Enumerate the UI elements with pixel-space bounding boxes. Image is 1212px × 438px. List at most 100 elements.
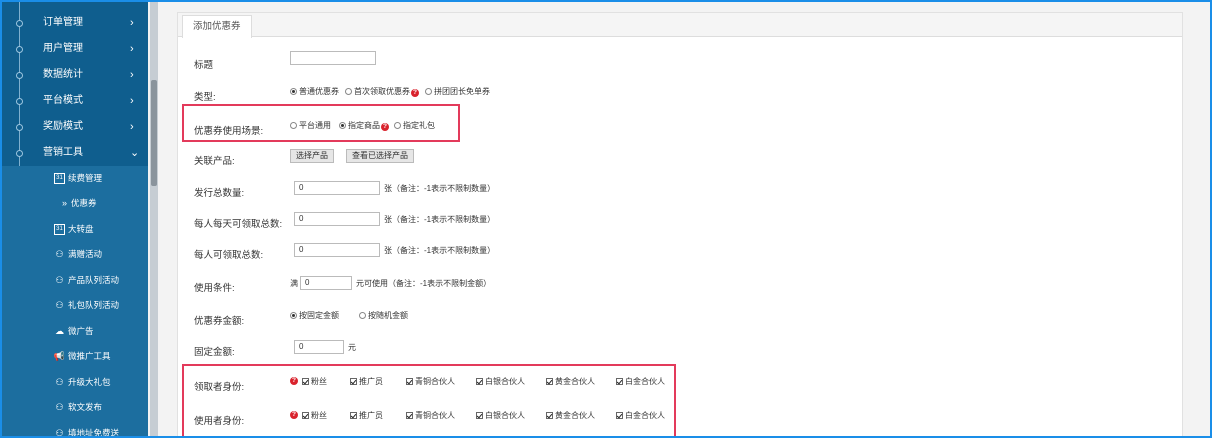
total-note: 张（备注：-1表示不限制数量） <box>384 184 496 193</box>
marketing-submenu: 31 续费管理 » 优惠券 31 大转盘 ⚇ 满赠活动 ⚇ 产品队列活动 ⚇ 礼… <box>2 166 148 438</box>
highlight-box-roles <box>182 364 676 436</box>
sidebar-scroll-thumb[interactable] <box>151 80 157 186</box>
type-option-group[interactable]: 拼团团长免单券 <box>425 86 490 97</box>
daily-label: 每人每天可领取总数: <box>194 219 283 230</box>
chevron-right-icon: › <box>130 121 134 133</box>
submenu-item-label: 微广告 <box>68 326 94 336</box>
amount-type-label: 优惠券金额: <box>194 316 245 327</box>
sidebar-item-users[interactable]: 用户管理 › <box>2 36 148 62</box>
megaphone-icon: 📢 <box>53 351 66 361</box>
condition-note: 元可使用（备注：-1表示不限制金额） <box>356 279 492 288</box>
sidebar-item-label: 平台模式 <box>43 95 83 106</box>
sidebar-item-marketing[interactable]: 营销工具 ⌄ <box>2 140 148 166</box>
total-label: 发行总数量: <box>194 188 245 199</box>
row-fixed: 固定金额: 0 元 <box>178 340 1182 362</box>
submenu-item-promo-tools[interactable]: 📢 微推广工具 <box>2 344 148 369</box>
type-option-first[interactable]: 首次领取优惠券? <box>345 86 419 97</box>
submenu-item-article[interactable]: ⚇ 软文发布 <box>2 395 148 420</box>
submenu-item-free-ship[interactable]: ⚇ 填地址免费送 <box>2 421 148 438</box>
submenu-item-product-queue[interactable]: ⚇ 产品队列活动 <box>2 268 148 293</box>
row-per-user: 每人可领取总数: 0 张（备注：-1表示不限制数量） <box>178 243 1182 265</box>
submenu-item-coupon[interactable]: » 优惠券 <box>2 191 148 216</box>
sidebar-item-label: 用户管理 <box>43 43 83 54</box>
submenu-item-micro-ads[interactable]: ☁ 微广告 <box>2 319 148 344</box>
cloud-icon: ☁ <box>55 326 64 336</box>
radio-icon <box>425 88 432 95</box>
radio-icon <box>345 88 352 95</box>
tree-node-icon <box>16 124 23 131</box>
submenu-item-label: 大转盘 <box>68 224 94 234</box>
condition-input[interactable]: 0 <box>300 276 352 290</box>
submenu-item-upgrade-gift[interactable]: ⚇ 升级大礼包 <box>2 370 148 395</box>
sidebar-item-stats[interactable]: 数据统计 › <box>2 62 148 88</box>
tree-node-icon <box>16 20 23 27</box>
select-product-button[interactable]: 选择产品 <box>290 149 334 163</box>
submenu-item-package-queue[interactable]: ⚇ 礼包队列活动 <box>2 293 148 318</box>
fixed-unit: 元 <box>348 343 356 352</box>
option-label: 拼团团长免单券 <box>434 87 490 96</box>
row-product: 关联产品: 选择产品 查看已选择产品 <box>178 149 1182 171</box>
product-label: 关联产品: <box>194 156 235 167</box>
tab-bar: 添加优惠券 <box>178 13 1182 38</box>
users-icon: ⚇ <box>55 402 64 412</box>
submenu-item-wheel[interactable]: 31 大转盘 <box>2 217 148 242</box>
option-label: 按固定金额 <box>299 311 339 320</box>
radio-icon <box>290 88 297 95</box>
sidebar-scrollbar[interactable] <box>150 2 158 436</box>
per-user-label: 每人可领取总数: <box>194 250 264 261</box>
tree-node-icon <box>16 46 23 53</box>
main-panel: 添加优惠券 标题 类型: 普通优惠券 首次领取优惠券? 拼团团长免单券 优惠券使… <box>177 12 1183 436</box>
fixed-label: 固定金额: <box>194 347 235 358</box>
calendar-icon: 31 <box>54 173 65 184</box>
sidebar-item-label: 订单管理 <box>43 17 83 28</box>
chevron-right-icon: › <box>130 95 134 107</box>
chevron-right-icon: › <box>130 43 134 55</box>
view-selected-button[interactable]: 查看已选择产品 <box>346 149 414 163</box>
title-input[interactable] <box>290 51 376 65</box>
submenu-item-label: 满赠活动 <box>68 249 103 259</box>
submenu-item-label: 优惠券 <box>71 198 97 208</box>
sidebar-item-platform[interactable]: 平台模式 › <box>2 88 148 114</box>
submenu-item-renewal[interactable]: 31 续费管理 <box>2 166 148 191</box>
sidebar-item-orders[interactable]: 订单管理 › <box>2 10 148 36</box>
submenu-item-label: 软文发布 <box>68 402 103 412</box>
submenu-item-label: 续费管理 <box>68 173 103 183</box>
submenu-item-label: 礼包队列活动 <box>68 300 120 310</box>
per-user-input[interactable]: 0 <box>294 243 380 257</box>
tab-add-coupon[interactable]: 添加优惠券 <box>182 15 252 38</box>
users-icon: ⚇ <box>55 428 64 438</box>
option-label: 按随机金额 <box>368 311 408 320</box>
double-chevron-icon: » <box>61 198 67 208</box>
sidebar-item-rewards[interactable]: 奖励模式 › <box>2 114 148 140</box>
chevron-right-icon: › <box>130 17 134 29</box>
per-user-note: 张（备注：-1表示不限制数量） <box>384 246 496 255</box>
option-label: 首次领取优惠券 <box>354 87 410 96</box>
users-icon: ⚇ <box>55 377 64 387</box>
radio-icon <box>290 312 297 319</box>
sidebar-item-label: 数据统计 <box>43 69 83 80</box>
submenu-item-gift-event[interactable]: ⚇ 满赠活动 <box>2 242 148 267</box>
row-title: 标题 <box>178 51 1182 75</box>
row-amount-type: 优惠券金额: 按固定金额 按随机金额 <box>178 309 1182 331</box>
highlight-box-scene <box>182 104 460 142</box>
help-icon[interactable]: ? <box>411 89 419 97</box>
sidebar: 订单管理 › 用户管理 › 数据统计 › 平台模式 › 奖励模式 › 营销工具 … <box>2 2 148 438</box>
chevron-right-icon: › <box>130 69 134 81</box>
users-icon: ⚇ <box>55 275 64 285</box>
tree-node-icon <box>16 98 23 105</box>
chevron-down-icon: ⌄ <box>130 147 140 159</box>
amount-option-random[interactable]: 按随机金额 <box>359 310 408 321</box>
total-input[interactable]: 0 <box>294 181 380 195</box>
type-option-normal[interactable]: 普通优惠券 <box>290 86 339 97</box>
type-label: 类型: <box>194 92 216 103</box>
tree-node-icon <box>16 150 23 157</box>
daily-note: 张（备注：-1表示不限制数量） <box>384 215 496 224</box>
daily-input[interactable]: 0 <box>294 212 380 226</box>
sidebar-item-label: 奖励模式 <box>43 121 83 132</box>
option-label: 普通优惠券 <box>299 87 339 96</box>
row-total: 发行总数量: 0 张（备注：-1表示不限制数量） <box>178 181 1182 203</box>
fixed-input[interactable]: 0 <box>294 340 344 354</box>
amount-option-fixed[interactable]: 按固定金额 <box>290 310 339 321</box>
users-icon: ⚇ <box>55 300 64 310</box>
submenu-item-label: 微推广工具 <box>68 351 111 361</box>
